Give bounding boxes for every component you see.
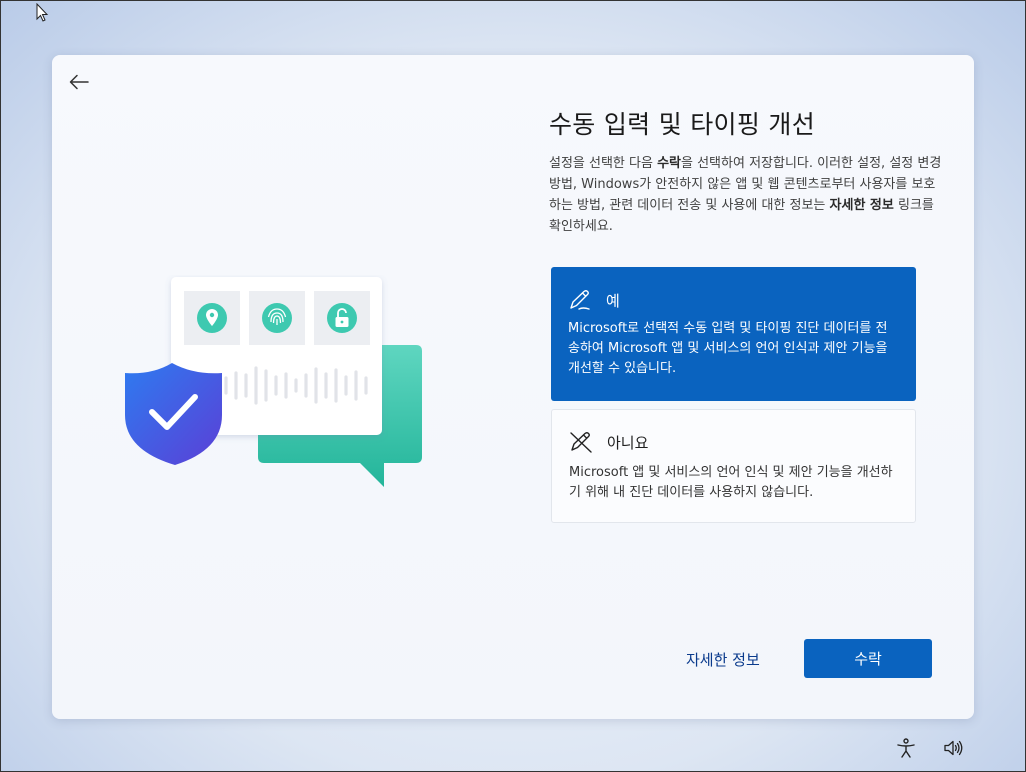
back-button[interactable] <box>66 69 92 95</box>
fingerprint-icon <box>262 303 292 333</box>
unlock-icon <box>327 303 357 333</box>
shield-check-icon <box>125 363 222 465</box>
accept-button[interactable]: 수락 <box>804 639 932 678</box>
learn-more-emphasis: 자세한 정보 <box>829 198 894 213</box>
accessibility-icon[interactable] <box>895 737 917 759</box>
mouse-cursor-icon <box>36 3 49 22</box>
option-yes-description: Microsoft로 선택적 수동 입력 및 타이핑 진단 데이터를 전송하여 … <box>568 321 888 376</box>
pen-icon <box>570 290 590 310</box>
pen-off-icon <box>570 432 592 453</box>
option-yes-label: 예 <box>606 291 620 310</box>
page-description: 설정을 선택한 다음 수락을 선택하여 저장합니다. 이러한 설정, 설정 변경… <box>549 156 942 234</box>
learn-more-link[interactable]: 자세한 정보 <box>686 649 760 670</box>
accept-emphasis: 수락 <box>657 156 681 171</box>
option-yes[interactable]: 예 Microsoft로 선택적 수동 입력 및 타이핑 진단 데이터를 전송하… <box>551 267 916 401</box>
option-no-description: Microsoft 앱 및 서비스의 언어 인식 및 제안 기능을 개선하기 위… <box>569 465 893 500</box>
option-no-label: 아니요 <box>607 433 649 452</box>
oobe-dialog: 수동 입력 및 타이핑 개선 설정을 선택한 다음 수락을 선택하여 저장합니다… <box>52 55 974 719</box>
location-pin-icon <box>197 303 227 333</box>
volume-icon[interactable] <box>942 737 964 759</box>
privacy-illustration <box>125 277 422 487</box>
option-no[interactable]: 아니요 Microsoft 앱 및 서비스의 언어 인식 및 제안 기능을 개선… <box>551 409 916 523</box>
back-arrow-icon <box>69 74 89 90</box>
page-title: 수동 입력 및 타이핑 개선 <box>549 110 815 139</box>
